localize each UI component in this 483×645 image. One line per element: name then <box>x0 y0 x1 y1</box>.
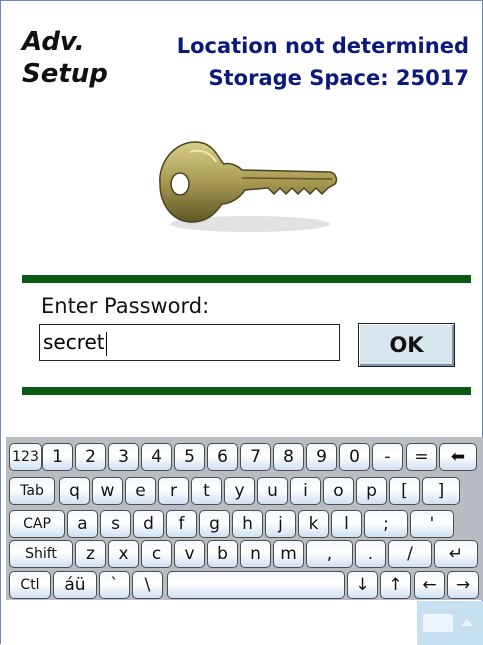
keyboard-icon <box>423 614 453 632</box>
key-n[interactable]: n <box>240 540 271 568</box>
input-panel-toggle[interactable] <box>417 601 483 645</box>
key-2[interactable]: 2 <box>75 443 106 471</box>
key-u[interactable]: u <box>257 477 288 505</box>
key-Shift[interactable]: Shift <box>9 540 73 568</box>
key-↓[interactable]: ↓ <box>347 571 378 599</box>
key-e[interactable]: e <box>125 477 156 505</box>
key-CAP[interactable]: CAP <box>9 510 65 538</box>
key-g[interactable]: g <box>199 510 230 538</box>
password-input[interactable]: secret <box>39 324 340 361</box>
key-↑[interactable]: ↑ <box>380 571 411 599</box>
key-b[interactable]: b <box>207 540 238 568</box>
title-line-2: Setup <box>22 59 108 89</box>
ok-button[interactable]: OK <box>358 323 455 367</box>
key-j[interactable]: j <box>265 510 296 538</box>
key-;[interactable]: ; <box>364 510 408 538</box>
key-x[interactable]: x <box>108 540 139 568</box>
key-r[interactable]: r <box>158 477 189 505</box>
key-o[interactable]: o <box>323 477 354 505</box>
storage-space: Storage Space: 25017 <box>208 66 470 90</box>
key-w[interactable]: w <box>92 477 123 505</box>
chevron-up-icon <box>461 619 473 626</box>
key-Ctl[interactable]: Ctl <box>9 571 51 599</box>
key-\[interactable]: \ <box>132 571 163 599</box>
key-,[interactable]: , <box>306 540 353 568</box>
key-123[interactable]: 123 <box>9 443 42 471</box>
key-v[interactable]: v <box>174 540 205 568</box>
key-icon <box>159 141 338 232</box>
soft-keyboard: 123 1 2 3 4 5 6 7 8 9 0- = ⬅ Tab q w e r t y u i o p[] CAP a s d f g h… <box>6 437 483 600</box>
key-][interactable]: ] <box>422 477 460 505</box>
key-/[interactable]: / <box>388 540 432 568</box>
key-8[interactable]: 8 <box>273 443 304 471</box>
key-1[interactable]: 1 <box>42 443 73 471</box>
key-'[interactable]: ' <box>410 510 454 538</box>
key-f[interactable]: f <box>166 510 197 538</box>
password-value: secret <box>43 330 105 354</box>
key-←[interactable]: ← <box>414 571 445 599</box>
key-=[interactable]: = <box>406 443 437 471</box>
location-status: Location not determined <box>176 34 469 58</box>
page-title: Adv. Setup <box>22 26 108 90</box>
key-q[interactable]: q <box>59 477 90 505</box>
key-6[interactable]: 6 <box>207 443 238 471</box>
key-9[interactable]: 9 <box>306 443 337 471</box>
key-p[interactable]: p <box>356 477 387 505</box>
key-7[interactable]: 7 <box>240 443 271 471</box>
status-block: Location not determined Storage Space: 2… <box>177 30 469 94</box>
key-`[interactable]: ` <box>99 571 130 599</box>
text-caret <box>105 331 107 356</box>
key-y[interactable]: y <box>224 477 255 505</box>
key--[interactable]: - <box>372 443 403 471</box>
key-4[interactable]: 4 <box>141 443 172 471</box>
title-line-1: Adv. <box>22 27 85 57</box>
key-a[interactable]: a <box>67 510 98 538</box>
key-k[interactable]: k <box>298 510 329 538</box>
key-Tab[interactable]: Tab <box>9 477 55 505</box>
key-l[interactable]: l <box>331 510 362 538</box>
key-t[interactable]: t <box>191 477 222 505</box>
key-0[interactable]: 0 <box>339 443 370 471</box>
key-m[interactable]: m <box>273 540 304 568</box>
key-→[interactable]: → <box>447 571 479 599</box>
key-áü[interactable]: áü <box>53 571 97 599</box>
key-s[interactable]: s <box>100 510 131 538</box>
key-↵[interactable]: ↵ <box>434 540 478 568</box>
password-label: Enter Password: <box>41 294 210 318</box>
divider-top <box>22 275 471 283</box>
key-z[interactable]: z <box>75 540 106 568</box>
key-i[interactable]: i <box>290 477 321 505</box>
key-h[interactable]: h <box>232 510 263 538</box>
key-⬅[interactable]: ⬅ <box>439 443 477 471</box>
divider-bottom <box>22 387 471 395</box>
key-3[interactable]: 3 <box>108 443 139 471</box>
key-space[interactable] <box>167 571 345 599</box>
key-d[interactable]: d <box>133 510 164 538</box>
key-[[interactable]: [ <box>389 477 420 505</box>
key-c[interactable]: c <box>141 540 172 568</box>
key-5[interactable]: 5 <box>174 443 205 471</box>
key-.[interactable]: . <box>355 540 386 568</box>
